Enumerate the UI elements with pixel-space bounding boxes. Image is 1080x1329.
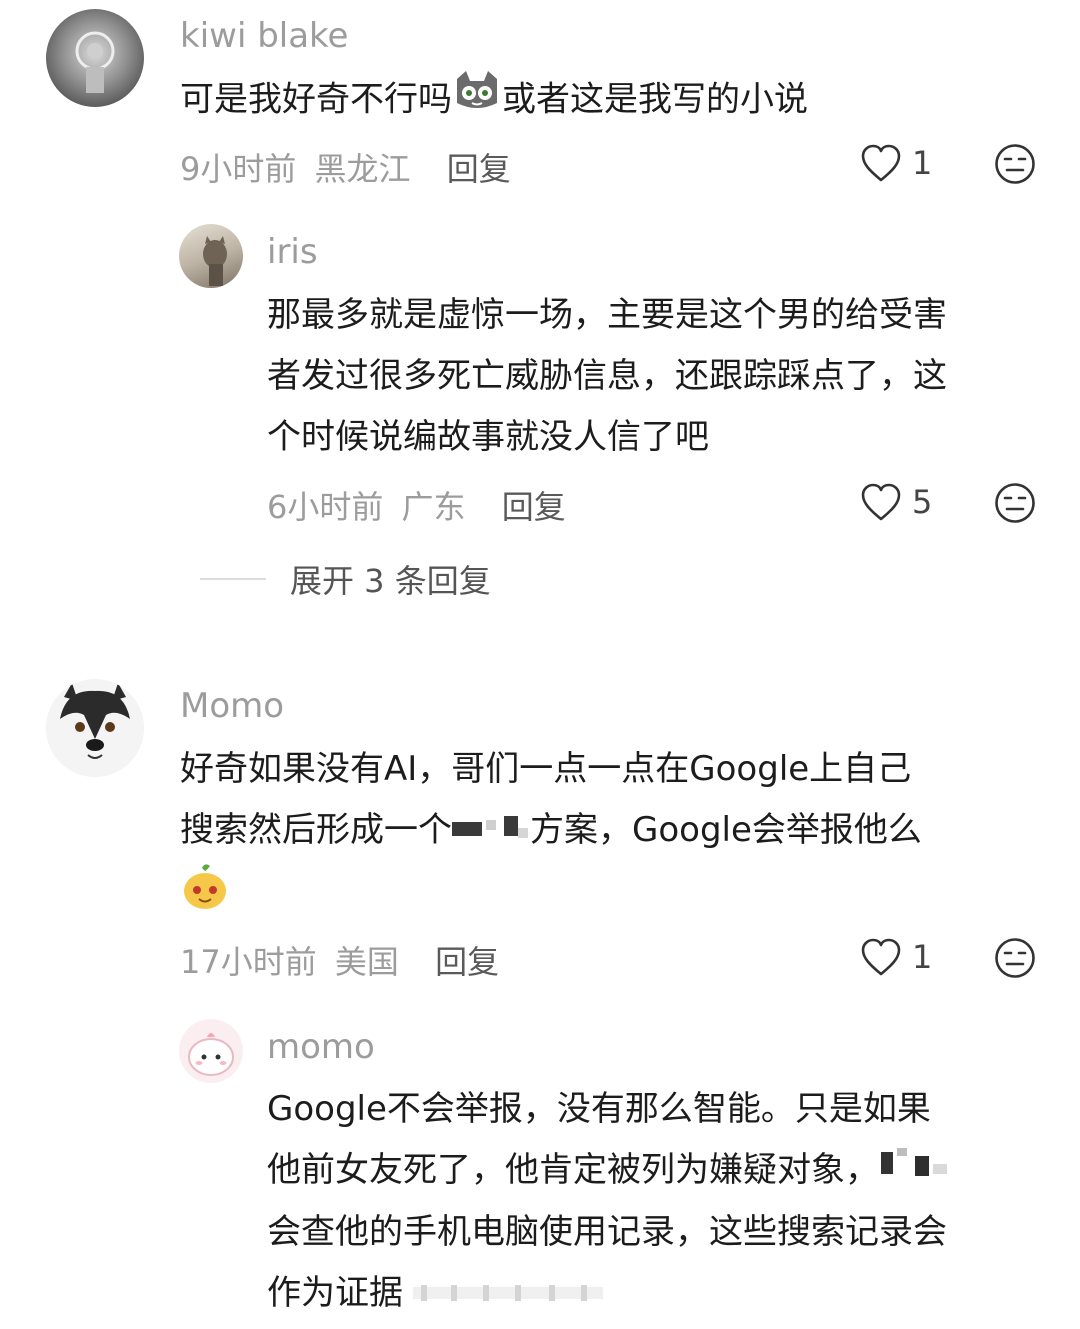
- like-button[interactable]: 5: [860, 482, 932, 522]
- reply-button[interactable]: 回复: [502, 488, 566, 526]
- divider: [200, 578, 266, 580]
- heart-outline-icon: [861, 483, 901, 521]
- reply-text: Google不会举报，没有那么智能。只是如果 他前女友死了，他肯定被列为嫌疑对象…: [267, 1079, 955, 1325]
- fruit-face-emoji-icon: [180, 862, 230, 932]
- reply-text-part: 他前女友死了，他肯定被列为嫌疑对象，: [267, 1150, 879, 1190]
- comment-time: 17小时前: [180, 943, 317, 981]
- like-count: 5: [912, 483, 933, 521]
- comment-location: 黑龙江: [314, 150, 411, 188]
- reply-text-line: 会查他的手机电脑使用记录，这些搜索记录会: [267, 1212, 947, 1252]
- reply-text-line: 个时候说编故事就没人信了吧: [267, 417, 709, 457]
- comment-text-part: 搜索然后形成一个: [180, 810, 452, 850]
- comment-author[interactable]: kiwi blake: [180, 16, 348, 56]
- reply-location: 广东: [401, 488, 466, 526]
- reply-text-line: 那最多就是虚惊一场，主要是这个男的给受害: [267, 295, 947, 335]
- meh-face-icon: [995, 144, 1035, 184]
- heart-outline-icon: [861, 144, 901, 182]
- comment-author[interactable]: Momo: [180, 686, 284, 726]
- reply-text-part: 作为证据: [267, 1273, 403, 1313]
- cat-emoji-icon: [452, 69, 502, 133]
- reply-text-line: 他前女友死了，他肯定被列为嫌疑对象，: [267, 1140, 955, 1202]
- dislike-button[interactable]: [994, 937, 1036, 983]
- meh-face-icon: [995, 483, 1035, 523]
- reply-meta: 6小时前 广东 回复: [267, 482, 566, 528]
- reply-button[interactable]: 回复: [435, 943, 499, 981]
- reply-text-line: Google不会举报，没有那么智能。只是如果: [267, 1089, 931, 1129]
- comment-text-line: [180, 862, 922, 932]
- dislike-button[interactable]: [994, 143, 1036, 189]
- comment-meta: 17小时前 美国 回复: [180, 937, 499, 983]
- reply-text-line: 者发过很多死亡威胁信息，还跟踪踩点了，这: [267, 356, 947, 396]
- reply-text: 那最多就是虚惊一场，主要是这个男的给受害 者发过很多死亡威胁信息，还跟踪踩点了，…: [267, 285, 947, 468]
- like-button[interactable]: 1: [860, 143, 932, 183]
- like-count: 1: [912, 938, 933, 976]
- avatar[interactable]: [46, 9, 144, 107]
- redacted-block: [879, 1141, 955, 1202]
- dislike-button[interactable]: [994, 482, 1036, 528]
- like-button[interactable]: 1: [860, 937, 932, 977]
- reply-author[interactable]: momo: [267, 1027, 375, 1067]
- expand-replies-button[interactable]: 展开 3 条回复: [200, 556, 491, 602]
- like-count: 1: [912, 144, 933, 182]
- reply-author[interactable]: iris: [267, 232, 318, 272]
- reply-text-line: 作为证据: [267, 1263, 955, 1325]
- comment-time: 9小时前: [180, 150, 297, 188]
- comment-location: 美国: [334, 943, 399, 981]
- comment-text-line: 好奇如果没有AI，哥们一点一点在Google上自己: [180, 749, 912, 789]
- redacted-block: [452, 801, 530, 862]
- heart-outline-icon: [861, 938, 901, 976]
- comment-text: 可是我好奇不行吗 或者这是我写的小说: [180, 69, 808, 133]
- reply-button[interactable]: 回复: [447, 150, 511, 188]
- comment-meta: 9小时前 黑龙江 回复: [180, 144, 511, 190]
- reply-time: 6小时前: [267, 488, 384, 526]
- avatar[interactable]: [46, 679, 144, 777]
- comment-text: 好奇如果没有AI，哥们一点一点在Google上自己 搜索然后形成一个 方案，Goo…: [180, 739, 922, 932]
- redacted-block: [403, 1264, 613, 1325]
- comment-text-part: 方案，Google会举报他么: [530, 810, 922, 850]
- avatar[interactable]: [179, 224, 243, 288]
- avatar[interactable]: [179, 1019, 243, 1083]
- comment-text-part: 或者这是我写的小说: [502, 79, 808, 120]
- expand-replies-label: 展开 3 条回复: [290, 562, 491, 600]
- comment-text-line: 搜索然后形成一个 方案，Google会举报他么: [180, 800, 922, 862]
- meh-face-icon: [995, 938, 1035, 978]
- comment-text-part: 可是我好奇不行吗: [180, 79, 452, 120]
